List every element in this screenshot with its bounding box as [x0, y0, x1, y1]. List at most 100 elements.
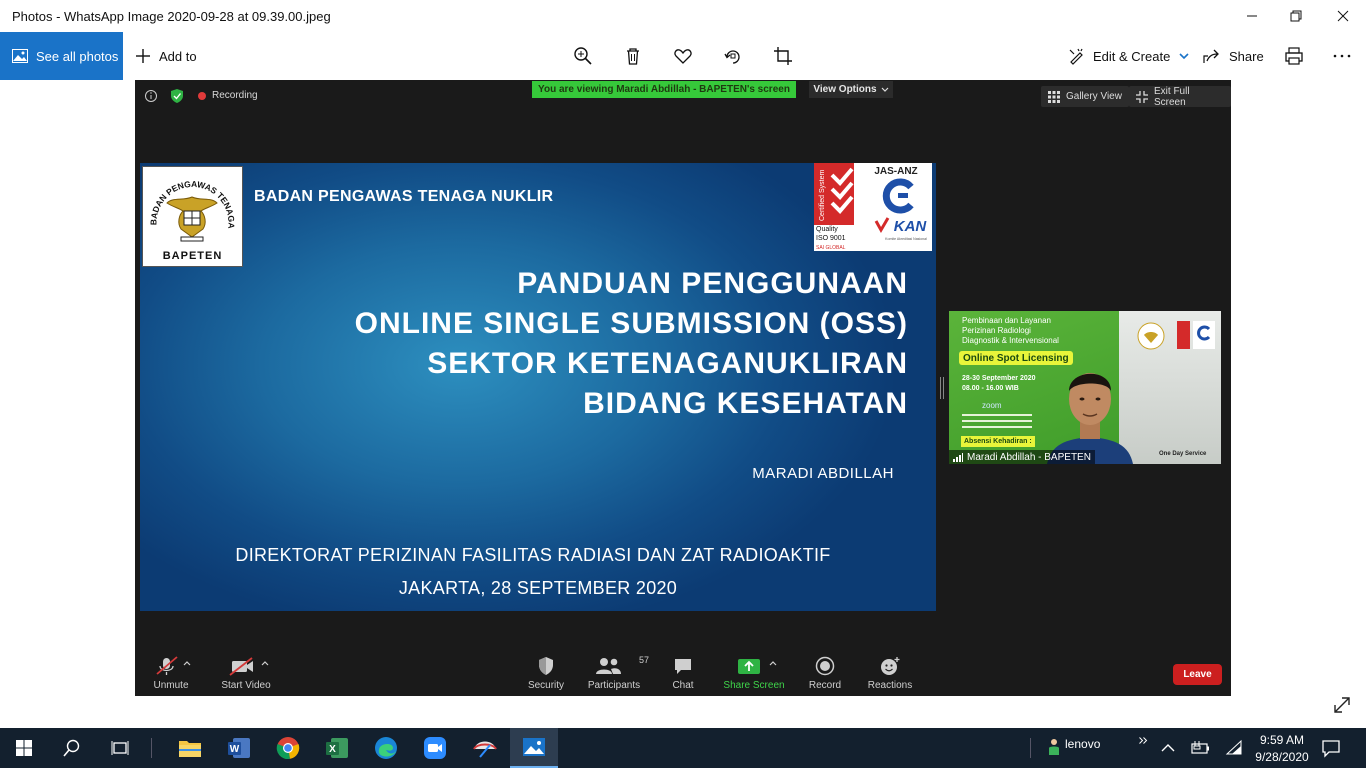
crop-button[interactable] — [772, 45, 794, 67]
slide-title-line-3: SEKTOR KETENAGANUKLIRAN — [427, 347, 908, 380]
edit-create-label: Edit & Create — [1093, 48, 1171, 64]
security-label: Security — [527, 680, 565, 691]
bg-time: 08.00 - 16.00 WIB — [962, 385, 1019, 392]
recording-indicator: Recording — [197, 90, 258, 101]
bg-zoom-text: zoom — [982, 401, 1002, 410]
battery-plug-icon — [1191, 741, 1209, 754]
cert-kan-text: KAN — [894, 218, 928, 235]
search-button[interactable] — [48, 728, 96, 768]
edge-icon — [375, 737, 397, 759]
snipping-app[interactable] — [461, 728, 509, 768]
add-to-button[interactable]: Add to — [135, 32, 197, 80]
participant-name-text: Maradi Abdillah - BAPETEN — [967, 451, 1091, 463]
bapeten-logo: BADAN PENGAWAS TENAGA NUKLIR BAPETEN — [142, 166, 243, 267]
see-all-photos-button[interactable]: See all photos — [0, 32, 123, 80]
cert-jas-anz-text: JAS-ANZ — [874, 166, 917, 177]
bg-details-line — [962, 426, 1032, 428]
heart-icon — [674, 49, 692, 64]
bg-one-day-service: One Day Service — [1159, 451, 1207, 457]
more-options-button[interactable] — [1331, 45, 1353, 67]
participant-person — [1047, 373, 1133, 464]
restore-button[interactable] — [1273, 0, 1319, 32]
task-view-button[interactable] — [96, 728, 144, 768]
photos-app-active[interactable] — [510, 728, 558, 768]
exit-full-screen-button: Exit Full Screen — [1129, 86, 1231, 108]
close-button[interactable] — [1320, 0, 1366, 32]
share-screen-label: Share Screen — [723, 680, 785, 691]
slide-presenter: MARADI ABDILLAH — [752, 465, 894, 482]
excel-app[interactable]: X — [313, 728, 361, 768]
taskbar-user-label: lenovo — [1065, 737, 1101, 751]
wifi-button[interactable] — [1224, 738, 1244, 758]
participant-name-label: Maradi Abdillah - BAPETEN — [949, 450, 1095, 464]
slide-place-date: JAKARTA, 28 SEPTEMBER 2020 — [398, 578, 678, 598]
word-app[interactable]: W — [215, 728, 263, 768]
delete-button[interactable] — [622, 45, 644, 67]
participant-video-tile: Pembinaan dan Layanan Perizinan Radiolog… — [949, 311, 1221, 464]
bg-heading-1: Pembinaan dan Layanan — [962, 316, 1051, 325]
slide-directorate: DIREKTORAT PERIZINAN FASILITAS RADIASI D… — [235, 545, 831, 565]
rotate-button[interactable] — [722, 45, 744, 67]
restore-icon — [1290, 10, 1302, 22]
cert-iso-text: ISO 9001 — [816, 235, 846, 242]
chrome-app[interactable] — [264, 728, 312, 768]
see-all-photos-label: See all photos — [36, 48, 119, 64]
windows-taskbar: W X lenovo 9:59 AM 9/28/2020 — [0, 728, 1366, 768]
zoom-meeting-photo: Recording You are viewing Maradi Abdilla… — [135, 80, 1231, 696]
slide-title-line-1: PANDUAN PENGGUNAAN — [517, 267, 908, 300]
file-explorer-app[interactable] — [166, 728, 214, 768]
user-person-icon — [1049, 739, 1059, 755]
certification-logos: Certified System Quality ISO 9001 SAI GL… — [814, 163, 932, 251]
share-screen-icon — [738, 659, 777, 674]
bg-heading-2: Perizinan Radiologi — [962, 326, 1031, 335]
start-video-label: Start Video — [221, 680, 271, 691]
unmute-label: Unmute — [153, 680, 189, 691]
record-icon — [815, 656, 835, 676]
snipping-tool-icon — [473, 741, 497, 758]
print-button[interactable] — [1283, 45, 1305, 67]
share-icon — [1203, 49, 1219, 63]
share-label: Share — [1229, 48, 1264, 64]
record-dot-icon — [198, 91, 206, 100]
share-screen-control: Share Screen — [719, 656, 789, 691]
signal-bars-icon — [953, 452, 963, 462]
add-to-label: Add to — [159, 48, 197, 64]
start-button[interactable] — [0, 728, 48, 768]
share-button[interactable]: Share — [1202, 32, 1264, 80]
record-label: Record — [808, 680, 842, 691]
view-options-label: View Options — [813, 84, 877, 95]
excel-icon: X — [326, 738, 348, 758]
taskbar-separator — [151, 738, 152, 758]
expand-diagonal-icon — [1334, 697, 1350, 713]
security-control: Security — [511, 656, 581, 691]
word-icon: W — [228, 738, 250, 758]
search-icon — [63, 739, 80, 757]
bg-attendance: Absensi Kehadiran : — [961, 436, 1035, 447]
shared-slide: BADAN PENGAWAS TENAGA NUKLIR BAPETEN BAD… — [140, 163, 936, 611]
gallery-view-label: Gallery View — [1066, 91, 1122, 102]
edge-app[interactable] — [362, 728, 410, 768]
clock-date[interactable]: 9/28/2020 — [1252, 750, 1312, 764]
cert-certified-text: Certified System — [819, 169, 826, 221]
photos-icon — [12, 49, 28, 63]
folder-icon — [179, 741, 201, 757]
chat-label: Chat — [672, 680, 694, 691]
clock-time[interactable]: 9:59 AM — [1252, 733, 1312, 747]
title-bar: Photos - WhatsApp Image 2020-09-28 at 09… — [0, 0, 1366, 32]
participants-label: Participants — [587, 680, 641, 691]
action-center-button[interactable] — [1320, 738, 1342, 758]
rotate-icon — [724, 50, 740, 64]
favorite-button[interactable] — [672, 45, 694, 67]
edit-create-button[interactable]: Edit & Create — [1068, 32, 1190, 80]
slide-organization: BADAN PENGAWAS TENAGA NUKLIR — [254, 188, 554, 205]
zoom-app[interactable] — [411, 728, 459, 768]
bg-dates: 28-30 September 2020 — [962, 375, 1036, 382]
minimize-button[interactable] — [1229, 0, 1275, 32]
expand-button[interactable] — [1331, 694, 1353, 716]
show-hidden-icons-button[interactable] — [1158, 738, 1178, 758]
battery-button[interactable] — [1190, 738, 1212, 758]
crop-icon — [774, 47, 792, 65]
zoom-in-button[interactable] — [572, 45, 594, 67]
unmute-control: Unmute — [136, 656, 206, 691]
microphone-muted-icon — [156, 656, 191, 675]
